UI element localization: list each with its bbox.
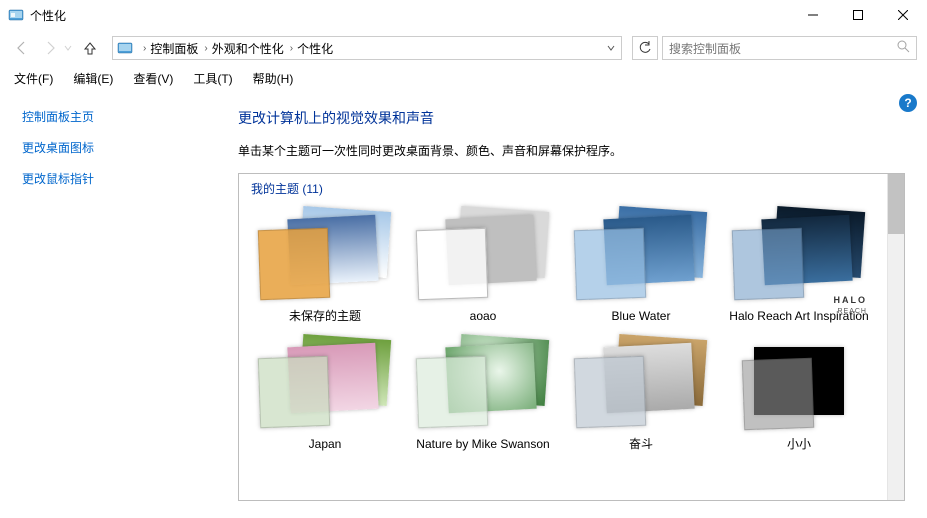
menu-edit[interactable]: 编辑(E): [65, 68, 121, 89]
scrollbar-thumb[interactable]: [888, 174, 904, 234]
chevron-right-icon[interactable]: ›: [204, 43, 207, 54]
minimize-button[interactable]: [790, 1, 835, 30]
location-icon: [117, 40, 133, 56]
menu-view[interactable]: 查看(V): [125, 68, 181, 89]
theme-item[interactable]: 小小: [725, 331, 873, 451]
menu-file[interactable]: 文件(F): [6, 68, 61, 89]
theme-name: Blue Water: [612, 309, 671, 323]
theme-thumbnail: [413, 331, 553, 431]
search-input[interactable]: 搜索控制面板: [662, 36, 917, 60]
sidebar-link-mouse-pointers[interactable]: 更改鼠标指针: [22, 170, 210, 187]
back-button[interactable]: [10, 36, 34, 60]
search-icon: [897, 40, 910, 56]
help-icon[interactable]: ?: [899, 94, 917, 112]
page-title: 更改计算机上的视觉效果和声音: [238, 108, 905, 128]
theme-item[interactable]: Nature by Mike Swanson: [409, 331, 557, 451]
chevron-right-icon[interactable]: ›: [143, 43, 146, 54]
refresh-button[interactable]: [632, 36, 658, 60]
breadcrumb-item[interactable]: 控制面板: [150, 40, 198, 57]
theme-thumbnail: [255, 203, 395, 303]
chevron-right-icon[interactable]: ›: [290, 43, 293, 54]
up-button[interactable]: [78, 36, 102, 60]
theme-item[interactable]: aoao: [409, 203, 557, 323]
sidebar-link-home[interactable]: 控制面板主页: [22, 108, 210, 125]
page-subtitle: 单击某个主题可一次性同时更改桌面背景、颜色、声音和屏幕保护程序。: [238, 142, 905, 159]
theme-name: 未保存的主题: [289, 309, 361, 323]
theme-item[interactable]: 奋斗: [567, 331, 715, 451]
theme-name: Japan: [309, 437, 342, 451]
theme-name: aoao: [470, 309, 497, 323]
theme-thumbnail: [413, 203, 553, 303]
theme-item[interactable]: HALO REACH Halo Reach Art Inspiration: [725, 203, 873, 323]
sidebar-link-desktop-icons[interactable]: 更改桌面图标: [22, 139, 210, 156]
address-bar-row: › 控制面板 › 外观和个性化 › 个性化 搜索控制面板: [0, 30, 927, 66]
themes-grid: 未保存的主题 aoao Blue Water: [251, 203, 886, 460]
window-controls: [790, 1, 925, 30]
menu-tools[interactable]: 工具(T): [185, 68, 240, 89]
titlebar: 个性化: [0, 0, 927, 30]
theme-thumbnail: [571, 331, 711, 431]
theme-item[interactable]: 未保存的主题: [251, 203, 399, 323]
forward-button[interactable]: [38, 36, 62, 60]
theme-thumbnail: [729, 331, 869, 431]
theme-name: 小小: [787, 437, 811, 451]
theme-thumbnail: HALO REACH: [729, 203, 869, 303]
theme-item[interactable]: Japan: [251, 331, 399, 451]
body: 控制面板主页 更改桌面图标 更改鼠标指针 ? 更改计算机上的视觉效果和声音 单击…: [0, 90, 927, 518]
close-button[interactable]: [880, 1, 925, 30]
sidebar: 控制面板主页 更改桌面图标 更改鼠标指针: [0, 90, 220, 518]
breadcrumb-item[interactable]: 外观和个性化: [212, 40, 284, 57]
breadcrumb-item[interactable]: 个性化: [297, 40, 333, 57]
menubar: 文件(F) 编辑(E) 查看(V) 工具(T) 帮助(H): [0, 66, 927, 90]
themes-panel: 我的主题 (11) 未保存的主题 aoao: [238, 173, 905, 501]
halo-brand-label: HALO: [834, 295, 868, 305]
theme-thumbnail: [571, 203, 711, 303]
recent-locations-dropdown[interactable]: [62, 36, 74, 60]
search-placeholder: 搜索控制面板: [669, 40, 741, 57]
theme-item[interactable]: Blue Water: [567, 203, 715, 323]
theme-name: Nature by Mike Swanson: [416, 437, 549, 451]
theme-thumbnail: [255, 331, 395, 431]
app-icon: [8, 7, 24, 23]
theme-name: 奋斗: [629, 437, 653, 451]
scrollbar[interactable]: [887, 174, 904, 500]
maximize-button[interactable]: [835, 1, 880, 30]
halo-sub-label: REACH: [837, 308, 867, 315]
menu-help[interactable]: 帮助(H): [245, 68, 302, 89]
address-dropdown[interactable]: [603, 44, 619, 52]
window-title: 个性化: [30, 7, 66, 24]
section-label: 我的主题 (11): [251, 180, 886, 197]
address-bar[interactable]: › 控制面板 › 外观和个性化 › 个性化: [112, 36, 622, 60]
content: ? 更改计算机上的视觉效果和声音 单击某个主题可一次性同时更改桌面背景、颜色、声…: [220, 90, 927, 518]
